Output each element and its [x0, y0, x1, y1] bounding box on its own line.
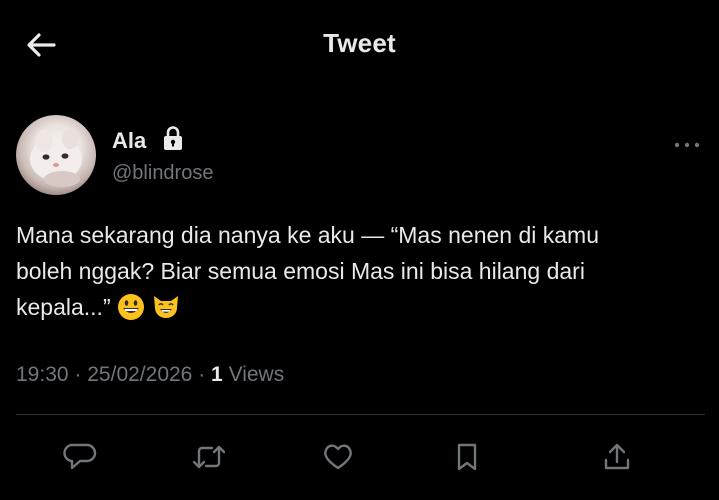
tweet-meta: 19:30 · 25/02/2026 · 1 Views	[16, 363, 284, 387]
smiling-cat-emoji	[154, 296, 179, 318]
tweet-date[interactable]: 25/02/2026	[87, 363, 192, 386]
views-count: 1	[211, 363, 223, 386]
views-label: Views	[228, 363, 285, 386]
meta-separator: ·	[74, 363, 82, 386]
share-icon	[604, 443, 630, 470]
lock-icon	[164, 126, 182, 150]
more-options-button[interactable]	[672, 135, 702, 155]
tweet-text: Mana sekarang dia nanya ke aku — “Mas ne…	[16, 217, 706, 331]
grinning-face-emoji	[118, 294, 144, 320]
page-title: Tweet	[323, 28, 396, 58]
tweet-line: Mana sekarang dia nanya ke aku — “Mas ne…	[16, 222, 599, 248]
like-icon	[324, 444, 352, 470]
reply-icon	[63, 443, 97, 470]
retweet-button[interactable]	[189, 432, 229, 482]
cat-photo	[30, 129, 82, 187]
divider	[16, 414, 705, 415]
more-horizontal-icon	[674, 142, 700, 148]
tweet-line: kepala...”	[16, 294, 111, 320]
emoji-group	[117, 293, 181, 331]
tweet-author: Ala @blindrose	[16, 115, 706, 199]
display-name[interactable]: Ala	[112, 128, 146, 154]
share-button[interactable]	[597, 432, 637, 482]
top-bar: Tweet	[0, 0, 719, 90]
tweet-time[interactable]: 19:30	[16, 363, 69, 386]
user-handle[interactable]: @blindrose	[112, 162, 213, 185]
like-button[interactable]	[318, 432, 358, 482]
avatar[interactable]	[16, 115, 96, 195]
bookmark-icon	[457, 443, 477, 471]
tweet-line: boleh nggak? Biar semua emosi Mas ini bi…	[16, 258, 585, 284]
tweet-line-last: kepala...”	[16, 289, 706, 331]
reply-button[interactable]	[60, 432, 100, 482]
bookmark-button[interactable]	[447, 432, 487, 482]
meta-separator: ·	[198, 363, 206, 386]
tweet-actions	[0, 432, 719, 482]
retweet-icon	[192, 445, 226, 469]
